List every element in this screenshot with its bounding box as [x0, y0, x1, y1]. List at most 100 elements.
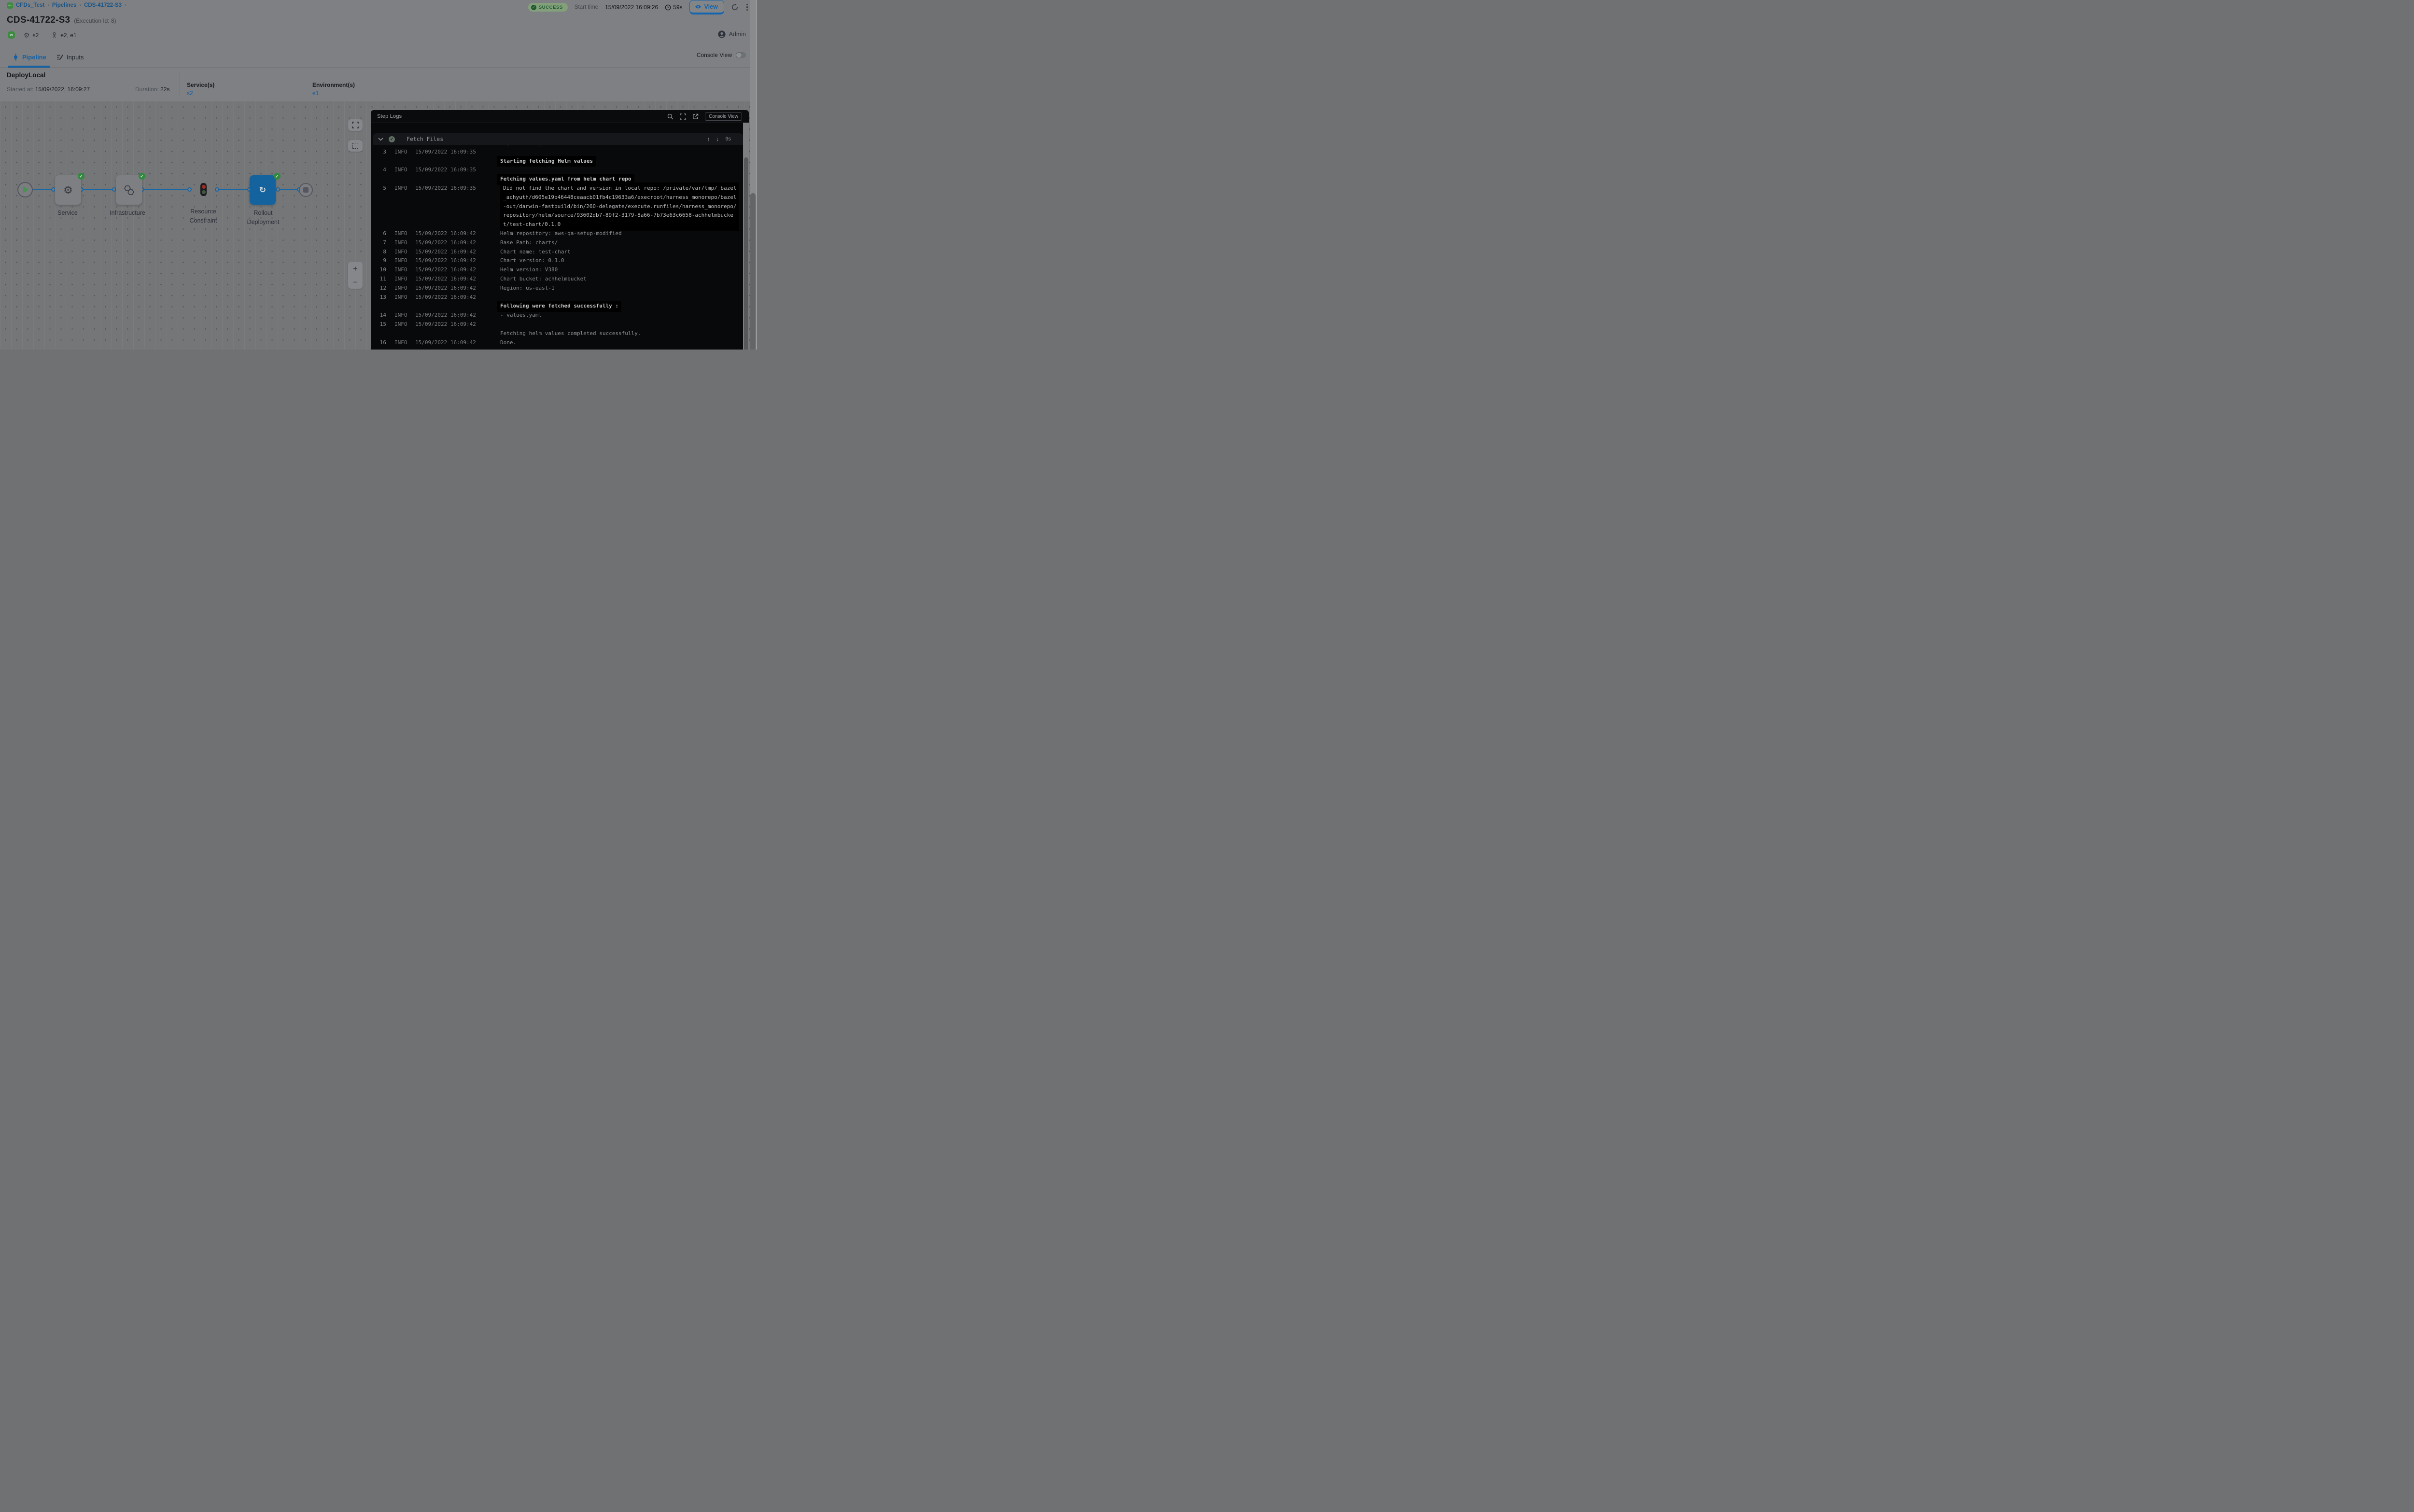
zoom-out-button[interactable]: − [348, 275, 363, 289]
gear-icon: ⚙ [63, 185, 73, 196]
service-gear-icon: ⚙ [24, 32, 30, 39]
console-view-label: Console View [697, 52, 732, 58]
service-success-badge: ✓ [78, 173, 84, 180]
open-in-new-icon[interactable] [692, 113, 699, 120]
breadcrumb-separator: › [125, 2, 126, 8]
environment-tag[interactable]: e2, e1 [60, 32, 76, 39]
harness-module-icon: ∞ [8, 31, 15, 39]
user-menu[interactable]: Admin [718, 30, 746, 38]
page-title: CDS-41722-S3 [7, 15, 70, 26]
log-message: Region: us-east-1 [500, 284, 555, 293]
start-time-value: 15/09/2022 16:09:26 [605, 4, 658, 11]
node-infrastructure[interactable] [116, 175, 142, 205]
elapsed-time: 59s [665, 4, 682, 11]
kebab-menu-icon[interactable] [745, 3, 749, 12]
step-logs-title: Step Logs [377, 113, 402, 119]
scroll-to-top-icon[interactable]: ↑ [707, 136, 710, 142]
scroll-to-bottom-icon[interactable]: ↓ [716, 136, 719, 142]
step-logs-drawer: Step Logs Console View m go1.17.13 }3INF… [371, 110, 749, 350]
services-label: Service(s) [187, 82, 214, 88]
log-message: Following were fetched successfully : [497, 301, 621, 312]
connector-dot [215, 187, 219, 192]
log-line: Starting fetching Helm values [371, 157, 738, 166]
breadcrumb-pipelines[interactable]: Pipelines [52, 2, 77, 8]
service-tag[interactable]: s2 [33, 32, 39, 39]
connector-line [82, 189, 114, 190]
pipeline-icon [13, 54, 19, 61]
node-service[interactable]: ⚙ [55, 175, 81, 205]
log-line: 9INFO15/09/2022 16:09:42Chart version: 0… [371, 256, 738, 266]
page-scrollbar-thumb[interactable] [750, 193, 756, 350]
chevron-down-icon[interactable] [378, 138, 383, 141]
log-scrollbar[interactable] [743, 123, 749, 350]
services-value-link[interactable]: s2 [187, 90, 193, 97]
traffic-red-light [202, 185, 206, 189]
log-message: Helm version: V380 [500, 266, 558, 275]
eye-icon [695, 4, 702, 9]
log-line: Fetching helm values completed successfu… [371, 329, 738, 338]
pipeline-start-node[interactable] [17, 182, 33, 197]
check-circle-icon: ✓ [531, 5, 536, 10]
tab-pipeline[interactable]: Pipeline [13, 47, 46, 68]
step-section-header[interactable]: ✓ Fetch Files ↑ ↓ 9s [373, 133, 744, 145]
log-scrollbar-thumb[interactable] [744, 157, 748, 350]
selection-icon [352, 143, 358, 149]
status-text: SUCCESS [539, 5, 563, 10]
log-line: 8INFO15/09/2022 16:09:42Chart name: test… [371, 248, 738, 257]
log-message: Chart bucket: achhelmbucket [500, 275, 587, 284]
console-view-toggle[interactable] [736, 52, 746, 58]
stage-name: DeployLocal [7, 71, 45, 79]
connector-dot [276, 187, 280, 192]
pipeline-end-node [299, 183, 313, 197]
log-console-view-button[interactable]: Console View [705, 112, 742, 121]
log-message: - values.yaml [500, 311, 542, 320]
breadcrumb-pipeline-name[interactable]: CDS-41722-S3 [84, 2, 122, 8]
connector-dot [187, 187, 192, 192]
status-badge: ✓ SUCCESS [528, 3, 568, 12]
tab-inputs[interactable]: Inputs [56, 47, 84, 68]
harness-logo-icon: ∞ [7, 2, 13, 9]
page-edge [756, 0, 757, 350]
log-lines[interactable]: m go1.17.13 }3INFO15/09/2022 16:09:35Sta… [371, 139, 738, 347]
user-name: Admin [729, 31, 746, 38]
start-time-label: Start time [575, 4, 598, 10]
rollout-icon: ↻ [259, 186, 266, 194]
tab-bar: Pipeline Inputs [0, 47, 757, 68]
console-view-toggle-group: Console View [697, 52, 746, 58]
fit-to-screen-button[interactable] [348, 119, 363, 131]
node-rollout-deployment[interactable]: ↻ [250, 175, 276, 205]
environments-value-link[interactable]: e1 [312, 90, 319, 97]
rollout-success-badge: ✓ [274, 173, 281, 180]
log-message: Did not find the chart and version in lo… [500, 182, 739, 231]
refresh-icon[interactable] [731, 3, 739, 11]
active-tab-underline [8, 66, 50, 68]
infrastructure-icon [123, 185, 135, 196]
log-line: 7INFO15/09/2022 16:09:42Base Path: chart… [371, 238, 738, 248]
node-label-rollout-deployment: Rollout Deployment [236, 209, 290, 227]
log-line: 15INFO15/09/2022 16:09:42 [371, 320, 738, 329]
execution-status-cluster: ✓ SUCCESS Start time 15/09/2022 16:09:26… [528, 0, 749, 14]
search-icon[interactable] [667, 113, 674, 120]
log-line: 16INFO15/09/2022 16:09:42Done. [371, 338, 738, 348]
log-line: 14INFO15/09/2022 16:09:42- values.yaml [371, 311, 738, 320]
inputs-icon [56, 54, 63, 60]
breadcrumb-project[interactable]: CFDs_Test [16, 2, 44, 8]
view-button[interactable]: View [689, 0, 724, 14]
breadcrumb-separator: › [79, 2, 81, 8]
zoom-controls: + − [348, 262, 363, 289]
fullscreen-icon[interactable] [680, 113, 686, 120]
zoom-in-button[interactable]: + [348, 262, 363, 275]
stage-summary-band: DeployLocal Started at: 15/09/2022, 16:0… [0, 68, 757, 101]
elapsed-value: 59s [673, 4, 682, 11]
log-message: Starting fetching Helm values [497, 156, 596, 167]
environments-icon [51, 32, 57, 38]
node-label-infrastructure: Infrastructure [100, 209, 154, 218]
log-message: Base Path: charts/ [500, 238, 558, 248]
step-name: Fetch Files [407, 136, 443, 142]
execution-id: (Execution Id: 8) [74, 17, 116, 24]
node-resource-constraint[interactable] [200, 183, 207, 196]
connector-line [33, 189, 53, 190]
multi-select-button[interactable] [348, 140, 363, 152]
avatar-icon [718, 30, 726, 38]
page-scrollbar[interactable] [750, 0, 756, 350]
